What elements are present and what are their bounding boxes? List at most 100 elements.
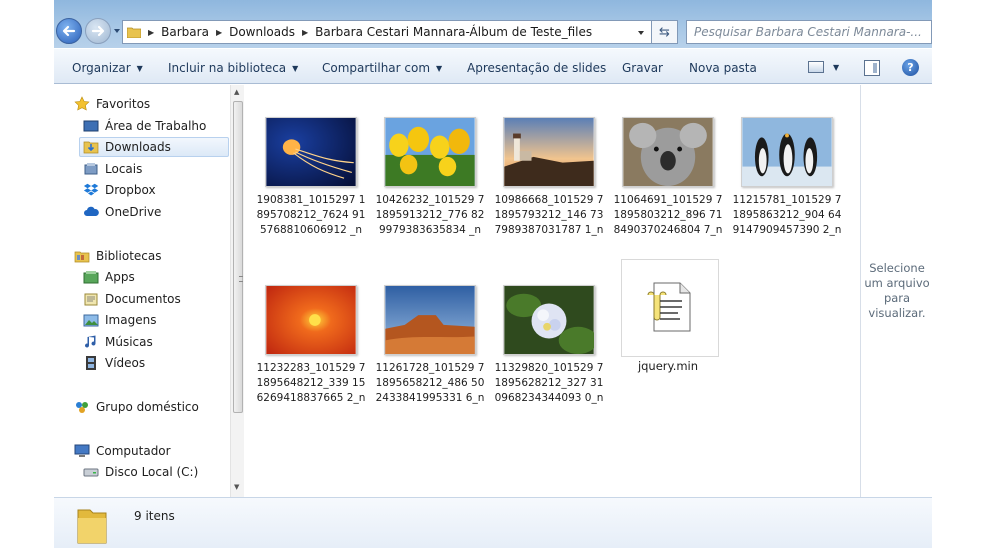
- hydrangeas-thumbnail: [503, 285, 595, 355]
- nav-onedrive[interactable]: OneDrive: [83, 202, 161, 222]
- nav-label: Apps: [105, 270, 135, 284]
- include-in-library-menu[interactable]: Incluir na biblioteca ▼: [168, 61, 298, 75]
- caret-down-icon: ▼: [833, 62, 840, 72]
- downloads-folder-icon: [83, 141, 99, 154]
- grip-icon: [239, 276, 243, 282]
- file-name: 11261728_101529 71895658212_486 50243384…: [375, 362, 485, 404]
- caret-down-icon: ▼: [292, 63, 299, 73]
- caret-down-icon: ▼: [136, 63, 143, 73]
- file-name: jquery.min: [637, 359, 699, 373]
- nav-dropbox[interactable]: Dropbox: [83, 180, 156, 200]
- nav-documents[interactable]: Documentos: [83, 289, 181, 309]
- nav-computer[interactable]: Computador: [74, 441, 171, 461]
- documents-icon: [84, 293, 98, 306]
- star-icon: [74, 96, 90, 111]
- organize-menu[interactable]: Organizar ▼: [72, 61, 143, 75]
- nav-label: Favoritos: [96, 97, 151, 111]
- new-folder-button[interactable]: Nova pasta: [689, 61, 757, 75]
- title-bar: ▶ Barbara ▶ Downloads ▶ Barbara Cestari …: [54, 0, 932, 48]
- desktop-icon: [83, 120, 99, 132]
- nav-label: Grupo doméstico: [96, 400, 199, 414]
- apps-icon: [83, 271, 99, 284]
- scrollbar-thumb[interactable]: [233, 101, 243, 413]
- details-pane: 9 itens: [54, 497, 932, 548]
- nav-local-disk[interactable]: Disco Local (C:): [83, 462, 198, 482]
- nav-downloads[interactable]: Downloads: [79, 137, 229, 157]
- breadcrumb: ▶ Barbara ▶ Downloads ▶ Barbara Cestari …: [141, 25, 592, 39]
- computer-icon: [74, 444, 90, 457]
- lighthouse-thumbnail: [503, 117, 595, 187]
- chevron-right-icon[interactable]: ▶: [302, 28, 308, 37]
- nav-pane-scrollbar[interactable]: ▲ ▼: [230, 85, 244, 497]
- preview-pane-button[interactable]: [864, 60, 880, 76]
- command-bar: Organizar ▼ Incluir na biblioteca ▼ Compar…: [54, 48, 932, 84]
- breadcrumb-item-barbara[interactable]: Barbara: [161, 25, 209, 39]
- forward-button[interactable]: [85, 18, 111, 44]
- include-label: Incluir na biblioteca: [168, 61, 287, 75]
- places-icon: [84, 163, 98, 175]
- burn-button[interactable]: Gravar: [622, 61, 663, 75]
- nav-desktop[interactable]: Área de Trabalho: [83, 116, 206, 136]
- preview-pane: Selecione um arquivo para visualizar.: [860, 85, 932, 497]
- nav-libraries[interactable]: Bibliotecas: [74, 246, 161, 266]
- nav-homegroup[interactable]: Grupo doméstico: [74, 397, 199, 417]
- nav-videos[interactable]: Vídeos: [83, 353, 145, 373]
- desert-thumbnail: [384, 285, 476, 355]
- music-note-icon: [85, 335, 96, 348]
- help-button[interactable]: ?: [902, 59, 919, 76]
- share-label: Compartilhar com: [322, 61, 431, 75]
- file-name: 11064691_101529 71895803212_896 71849037…: [613, 194, 723, 236]
- hard-drive-icon: [83, 468, 99, 477]
- scroll-up-icon[interactable]: ▲: [234, 88, 239, 96]
- back-button[interactable]: [56, 18, 82, 44]
- organize-label: Organizar: [72, 61, 131, 75]
- recent-pages-chevron-icon[interactable]: [113, 27, 121, 35]
- nav-places[interactable]: Locais: [83, 159, 142, 179]
- file-name: 10986668_101529 71895793212_146 73798938…: [494, 194, 604, 236]
- arrow-right-icon: [91, 25, 105, 37]
- koala-thumbnail: [622, 117, 714, 187]
- nav-music[interactable]: Músicas: [83, 332, 153, 352]
- screenshot: ▶ Barbara ▶ Downloads ▶ Barbara Cestari …: [0, 0, 984, 548]
- nav-label: Downloads: [105, 140, 171, 154]
- nav-label: OneDrive: [105, 205, 162, 219]
- scroll-down-icon[interactable]: ▼: [234, 483, 239, 491]
- slideshow-button[interactable]: Apresentação de slides: [467, 61, 606, 75]
- arrow-left-icon: [62, 25, 76, 37]
- search-input[interactable]: Pesquisar Barbara Cestari Mannara-...: [686, 20, 932, 44]
- file-item[interactable]: jquery.min: [611, 255, 725, 373]
- dropbox-icon: [83, 183, 99, 196]
- address-dropdown-icon[interactable]: [637, 29, 645, 37]
- images-icon: [83, 314, 99, 327]
- item-count: 9 itens: [134, 509, 175, 523]
- nav-apps[interactable]: Apps: [83, 267, 135, 287]
- file-name: 1908381_1015297 1895708212_7624 91576881…: [256, 194, 366, 236]
- libraries-icon: [74, 251, 90, 263]
- nav-label: Músicas: [105, 335, 153, 349]
- nav-images[interactable]: Imagens: [83, 310, 156, 330]
- change-view-button[interactable]: ▼: [808, 61, 839, 73]
- script-file-icon: [647, 282, 691, 332]
- view-icon: [808, 61, 824, 73]
- file-name: 11215781_101529 71895863212_904 64914790…: [732, 194, 842, 236]
- nav-label: Dropbox: [105, 183, 156, 197]
- nav-favorites[interactable]: Favoritos: [74, 94, 150, 114]
- refresh-button[interactable]: ⇆: [652, 20, 678, 44]
- jellyfish-thumbnail: [265, 117, 357, 187]
- folder-icon: [77, 509, 107, 544]
- cloud-icon: [84, 206, 99, 216]
- address-bar[interactable]: ▶ Barbara ▶ Downloads ▶ Barbara Cestari …: [122, 20, 652, 44]
- video-film-icon: [86, 356, 96, 370]
- tulips-thumbnail: [384, 117, 476, 187]
- chevron-right-icon[interactable]: ▶: [148, 28, 154, 37]
- breadcrumb-item-current-folder[interactable]: Barbara Cestari Mannara-Álbum de Teste_f…: [315, 25, 592, 39]
- preview-placeholder: Selecione um arquivo para visualizar.: [864, 261, 930, 320]
- chevron-right-icon[interactable]: ▶: [216, 28, 222, 37]
- caret-down-icon: ▼: [436, 63, 443, 73]
- share-with-menu[interactable]: Compartilhar com ▼: [322, 61, 442, 75]
- nav-label: Área de Trabalho: [105, 119, 207, 133]
- breadcrumb-item-downloads[interactable]: Downloads: [229, 25, 295, 39]
- file-name: 10426232_101529 71895913212_776 82997938…: [375, 194, 485, 236]
- nav-label: Computador: [96, 444, 171, 458]
- file-list: 1908381_1015297 1895708212_7624 91576881…: [245, 85, 859, 497]
